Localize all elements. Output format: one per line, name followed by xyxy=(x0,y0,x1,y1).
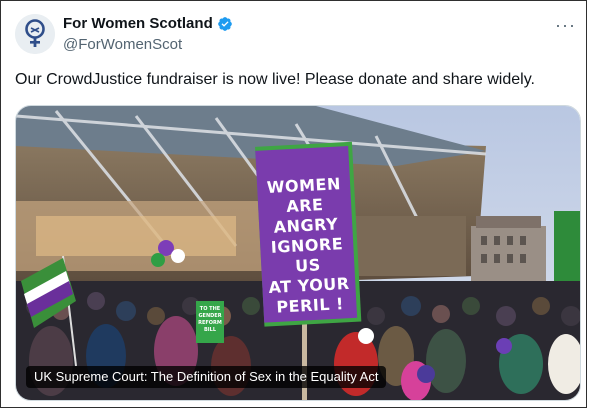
placard-line-3: IGNORE US xyxy=(270,234,344,276)
small-placard-line-1: TO THE xyxy=(199,306,221,312)
author-avatar[interactable] xyxy=(15,14,55,54)
small-placard-line-2: GENDER xyxy=(198,313,222,319)
small-placard-line-3: REFORM xyxy=(198,320,222,326)
author-handle[interactable]: @ForWomenScot xyxy=(63,35,233,55)
author-info: For Women Scotland @ForWomenScot xyxy=(63,14,233,55)
small-placard-line-4: BILL xyxy=(203,327,217,333)
media-caption: UK Supreme Court: The Definition of Sex … xyxy=(26,366,387,388)
verified-badge-icon xyxy=(217,17,232,31)
tweet-card[interactable]: For Women Scotland @ForWomenScot ··· Our… xyxy=(0,0,587,408)
tweet-text: Our CrowdJustice fundraiser is now live!… xyxy=(15,71,535,88)
placard-line-2: ARE ANGRY xyxy=(273,195,339,237)
small-placard-text: TO THE GENDER REFORM BILL xyxy=(196,306,224,334)
tweet-media-image[interactable]: WOMEN ARE ANGRY IGNORE US AT YOUR PERIL … xyxy=(15,105,581,401)
women-symbol-logo-icon xyxy=(15,14,55,54)
more-options-icon[interactable]: ··· xyxy=(555,15,576,36)
author-name[interactable]: For Women Scotland xyxy=(63,14,213,34)
placard-text: WOMEN ARE ANGRY IGNORE US AT YOUR PERIL … xyxy=(258,174,355,319)
